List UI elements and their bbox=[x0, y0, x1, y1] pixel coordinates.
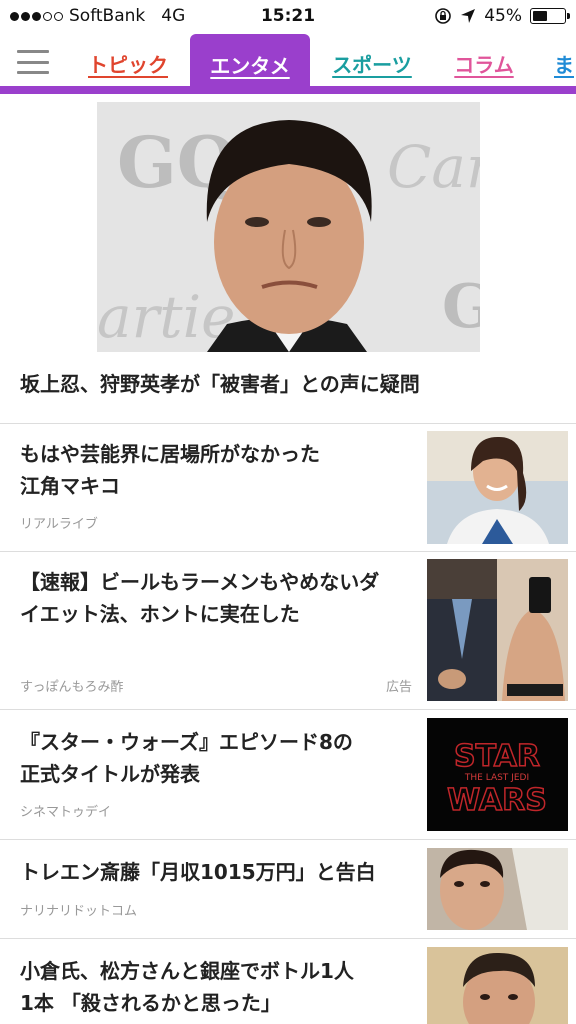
article-title: 小倉氏、松方さんと銀座でボトル1人 1本 「殺されるかと思った」 bbox=[20, 959, 354, 1015]
article-source: シネマトゥデイ bbox=[20, 805, 112, 820]
article-thumbnail: STAR THE LAST JEDI WARS bbox=[427, 718, 568, 831]
carrier-name: SoftBank bbox=[69, 6, 146, 26]
signal-strength-icon bbox=[10, 11, 63, 21]
article-thumbnail bbox=[427, 848, 568, 930]
svg-text:artie: artie bbox=[97, 283, 236, 351]
svg-text:Car: Car bbox=[387, 133, 480, 201]
tab-sports[interactable]: スポーツ bbox=[322, 32, 422, 94]
location-arrow-icon bbox=[461, 9, 476, 23]
list-item[interactable]: トレエン斎藤「月収1015万円」と告白 ナリナリドットコム bbox=[0, 840, 576, 939]
article-thumbnail bbox=[427, 431, 568, 544]
article-title: 【速報】ビールもラーメンもやめないダ イエット法、ホントに実在した bbox=[20, 570, 380, 626]
tab-more[interactable]: ま bbox=[554, 32, 576, 94]
article-title: 『スター・ウォーズ』エピソード8の 正式タイトルが発表 bbox=[20, 730, 353, 786]
status-right: 45% bbox=[434, 6, 570, 26]
hero-photo: GQ Car artie G bbox=[97, 102, 480, 352]
article-thumbnail bbox=[427, 947, 568, 1024]
tab-column[interactable]: コラム bbox=[446, 32, 522, 94]
article-title: もはや芸能界に居場所がなかった 江角マキコ bbox=[20, 442, 320, 498]
thumb-wars-text: WARS bbox=[447, 783, 547, 818]
article-source: ナリナリドットコム bbox=[20, 904, 138, 919]
battery-percent: 45% bbox=[484, 6, 522, 26]
list-item[interactable]: もはや芸能界に居場所がなかった 江角マキコ リアルライブ bbox=[0, 424, 576, 552]
status-left: SoftBank 4G bbox=[10, 6, 185, 26]
article-title: トレエン斎藤「月収1015万円」と告白 bbox=[20, 860, 376, 884]
article-thumbnail bbox=[427, 559, 568, 701]
article-source: すっぽんもろみ酢 bbox=[20, 680, 124, 695]
battery-icon bbox=[530, 8, 570, 24]
thumb-star-text: STAR bbox=[454, 739, 540, 774]
tab-topic[interactable]: トピック bbox=[80, 32, 176, 94]
battery-fill bbox=[533, 11, 547, 21]
article-source: リアルライブ bbox=[20, 517, 98, 532]
tab-entertainment[interactable]: エンタメ bbox=[190, 34, 310, 94]
list-item[interactable]: 小倉氏、松方さんと銀座でボトル1人 1本 「殺されるかと思った」 bbox=[0, 939, 576, 1024]
svg-text:G: G bbox=[442, 272, 480, 342]
hero-article[interactable]: GQ Car artie G 坂上忍、狩野英孝が「被害者」との声に疑問 bbox=[0, 94, 576, 424]
hamburger-menu-icon[interactable] bbox=[17, 50, 49, 74]
thumb-subtitle-text: THE LAST JEDI bbox=[464, 773, 529, 783]
hero-title: 坂上忍、狩野英孝が「被害者」との声に疑問 bbox=[20, 372, 420, 396]
rotation-lock-icon bbox=[435, 8, 452, 24]
category-tab-bar: トピック エンタメ スポーツ コラム ま bbox=[0, 32, 576, 94]
ad-label: 広告 bbox=[386, 680, 413, 695]
network-type: 4G bbox=[161, 6, 186, 26]
list-item-ad[interactable]: 【速報】ビールもラーメンもやめないダ イエット法、ホントに実在した すっぽんもろ… bbox=[0, 552, 576, 710]
status-bar: SoftBank 4G 15:21 45% bbox=[0, 0, 576, 32]
list-item[interactable]: 『スター・ウォーズ』エピソード8の 正式タイトルが発表 シネマトゥデイ STAR… bbox=[0, 710, 576, 840]
